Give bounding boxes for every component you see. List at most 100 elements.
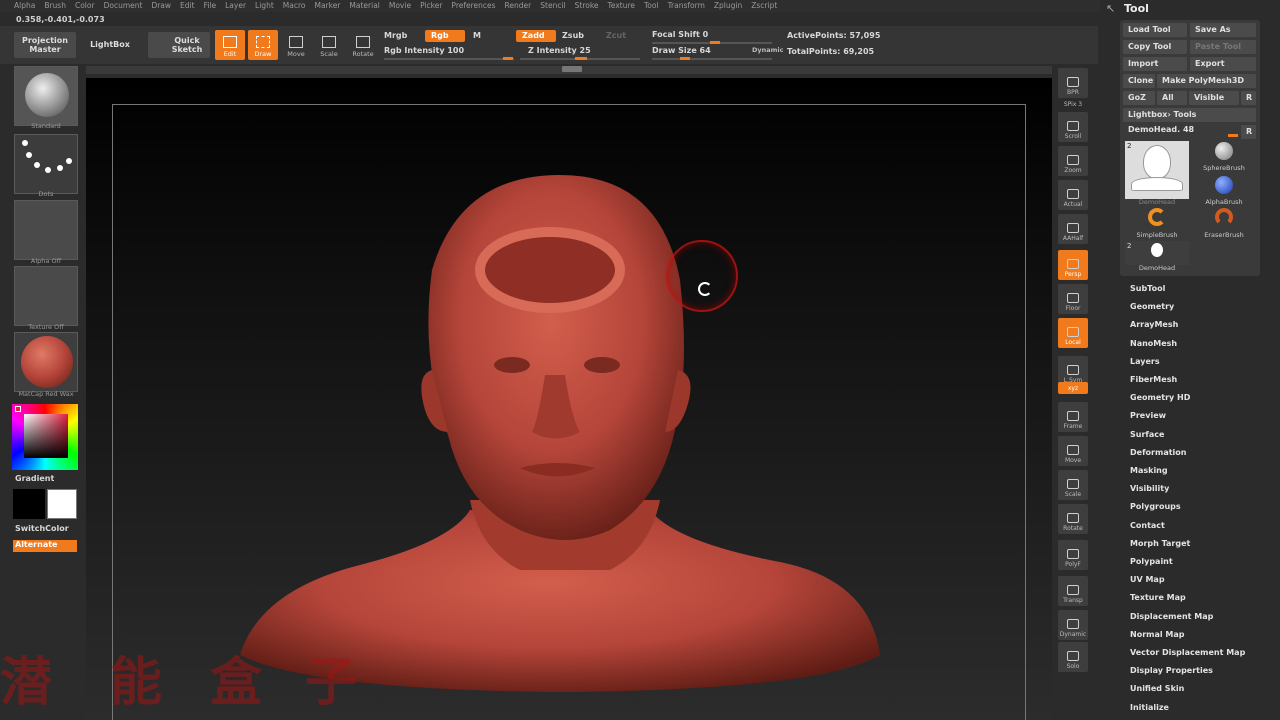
tool-submenu-displacement-map[interactable]: Displacement Map bbox=[1130, 612, 1213, 621]
tool-submenu-geometry[interactable]: Geometry bbox=[1130, 302, 1174, 311]
menu-item-picker[interactable]: Picker bbox=[420, 0, 442, 12]
shelf-zoom-button[interactable]: Zoom bbox=[1058, 146, 1088, 176]
shelf-frame-button[interactable]: Frame bbox=[1058, 402, 1088, 432]
projection-master-button[interactable]: Projection Master bbox=[14, 32, 76, 58]
tool-submenu-surface[interactable]: Surface bbox=[1130, 430, 1164, 439]
tool-submenu-morph-target[interactable]: Morph Target bbox=[1130, 539, 1190, 548]
zsub-button[interactable]: Zsub bbox=[562, 31, 584, 40]
tool-submenu-visibility[interactable]: Visibility bbox=[1130, 484, 1169, 493]
lightbox-button[interactable]: LightBox bbox=[78, 32, 142, 58]
quick-sketch-button[interactable]: Quick Sketch bbox=[148, 32, 210, 58]
shelf-dynamic-button[interactable]: Dynamic bbox=[1058, 610, 1088, 640]
menu-item-preferences[interactable]: Preferences bbox=[451, 0, 495, 12]
copy-tool-button[interactable]: Copy Tool bbox=[1123, 40, 1187, 54]
save-as-button[interactable]: Save As bbox=[1190, 23, 1256, 37]
mrgb-button[interactable]: Mrgb bbox=[384, 31, 407, 40]
gradient-label[interactable]: Gradient bbox=[15, 474, 54, 483]
simplebrush-icon[interactable] bbox=[1148, 208, 1166, 226]
tool-submenu-vector-displacement-map[interactable]: Vector Displacement Map bbox=[1130, 648, 1245, 657]
z-intensity-slider[interactable]: Z Intensity 25 bbox=[528, 46, 591, 55]
goz-button[interactable]: GoZ bbox=[1123, 91, 1155, 105]
tool-submenu-subtool[interactable]: SubTool bbox=[1130, 284, 1165, 293]
shelf-spix-3-button[interactable]: SPix 3 bbox=[1058, 98, 1088, 110]
alternate-button[interactable]: Alternate bbox=[13, 540, 77, 552]
shelf-floor-button[interactable]: Floor bbox=[1058, 284, 1088, 314]
shelf-polyf-button[interactable]: PolyF bbox=[1058, 540, 1088, 570]
tool-submenu-fibermesh[interactable]: FiberMesh bbox=[1130, 375, 1177, 384]
move-button[interactable]: Move bbox=[281, 30, 311, 60]
r-reset-button[interactable]: R bbox=[1241, 125, 1256, 139]
tool-submenu-layers[interactable]: Layers bbox=[1130, 357, 1160, 366]
menu-item-macro[interactable]: Macro bbox=[283, 0, 306, 12]
m-button[interactable]: M bbox=[473, 31, 481, 40]
tool-submenu-contact[interactable]: Contact bbox=[1130, 521, 1165, 530]
rgb-button[interactable]: Rgb bbox=[425, 30, 465, 42]
menu-item-document[interactable]: Document bbox=[104, 0, 143, 12]
menu-item-zplugin[interactable]: Zplugin bbox=[714, 0, 742, 12]
menu-item-movie[interactable]: Movie bbox=[389, 0, 411, 12]
make-polymesh-button[interactable]: Make PolyMesh3D bbox=[1157, 74, 1256, 88]
zcut-button[interactable]: Zcut bbox=[606, 31, 626, 40]
menu-item-tool[interactable]: Tool bbox=[644, 0, 659, 12]
tool-submenu-polygroups[interactable]: Polygroups bbox=[1130, 502, 1181, 511]
switch-color-button[interactable]: SwitchColor bbox=[13, 524, 77, 536]
shelf-xyz-button[interactable]: xyz bbox=[1058, 382, 1088, 394]
alpha-thumbnail[interactable] bbox=[14, 200, 78, 260]
zadd-button[interactable]: Zadd bbox=[516, 30, 556, 42]
tool-submenu-uv-map[interactable]: UV Map bbox=[1130, 575, 1165, 584]
scale-button[interactable]: Scale bbox=[314, 30, 344, 60]
demohead-tool-thumb[interactable]: 2 bbox=[1125, 141, 1189, 199]
tool-submenu-polypaint[interactable]: Polypaint bbox=[1130, 557, 1173, 566]
tool-submenu-geometry-hd[interactable]: Geometry HD bbox=[1130, 393, 1190, 402]
lightbox-tools-button[interactable]: Lightbox› Tools bbox=[1123, 108, 1256, 122]
dynamic-toggle[interactable]: Dynamic bbox=[752, 46, 784, 54]
menu-item-draw[interactable]: Draw bbox=[151, 0, 171, 12]
menu-item-material[interactable]: Material bbox=[349, 0, 379, 12]
draw-size-slider[interactable]: Draw Size 64 bbox=[652, 46, 711, 55]
shelf-scroll-button[interactable]: Scroll bbox=[1058, 112, 1088, 142]
menu-item-render[interactable]: Render bbox=[505, 0, 532, 12]
menu-item-color[interactable]: Color bbox=[75, 0, 95, 12]
head-model[interactable] bbox=[220, 170, 900, 700]
tool-submenu-nanomesh[interactable]: NanoMesh bbox=[1130, 339, 1177, 348]
tool-submenu-initialize[interactable]: Initialize bbox=[1130, 703, 1169, 712]
menu-item-texture[interactable]: Texture bbox=[608, 0, 635, 12]
menu-item-stroke[interactable]: Stroke bbox=[575, 0, 599, 12]
r-button[interactable]: R bbox=[1241, 91, 1256, 105]
rotate-button[interactable]: Rotate bbox=[348, 30, 378, 60]
menu-item-file[interactable]: File bbox=[204, 0, 217, 12]
menu-item-layer[interactable]: Layer bbox=[225, 0, 246, 12]
edit-button[interactable]: Edit bbox=[215, 30, 245, 60]
alphabrush-icon[interactable] bbox=[1215, 176, 1233, 194]
menu-item-transform[interactable]: Transform bbox=[668, 0, 705, 12]
material-thumbnail[interactable] bbox=[14, 332, 78, 392]
color-picker[interactable] bbox=[12, 404, 78, 470]
tool-submenu-arraymesh[interactable]: ArrayMesh bbox=[1130, 320, 1178, 329]
secondary-color-swatch[interactable] bbox=[47, 489, 77, 519]
menu-item-stencil[interactable]: Stencil bbox=[540, 0, 565, 12]
tool-panel-header[interactable]: ↖ Tool bbox=[1100, 0, 1280, 18]
demohead-slider[interactable]: DemoHead. 48 bbox=[1123, 123, 1239, 137]
eraserbrush-icon[interactable] bbox=[1215, 208, 1233, 226]
shelf-rotate-button[interactable]: Rotate bbox=[1058, 504, 1088, 534]
shelf-persp-button[interactable]: Persp bbox=[1058, 250, 1088, 280]
rgb-intensity-slider[interactable]: Rgb Intensity 100 bbox=[384, 46, 464, 55]
clone-button[interactable]: Clone bbox=[1123, 74, 1155, 88]
tool-submenu-normal-map[interactable]: Normal Map bbox=[1130, 630, 1184, 639]
export-button[interactable]: Export bbox=[1190, 57, 1256, 71]
menu-item-alpha[interactable]: Alpha bbox=[14, 0, 35, 12]
shelf-bpr-button[interactable]: BPR bbox=[1058, 68, 1088, 98]
menu-item-zscript[interactable]: Zscript bbox=[751, 0, 777, 12]
shelf-move-button[interactable]: Move bbox=[1058, 436, 1088, 466]
focal-shift-slider[interactable]: Focal Shift 0 bbox=[652, 30, 708, 39]
tray-handle[interactable] bbox=[562, 66, 582, 72]
shelf-solo-button[interactable]: Solo bbox=[1058, 642, 1088, 672]
tool-submenu-masking[interactable]: Masking bbox=[1130, 466, 1168, 475]
all-button[interactable]: All bbox=[1157, 91, 1187, 105]
draw-button[interactable]: Draw bbox=[248, 30, 278, 60]
tool-submenu-deformation[interactable]: Deformation bbox=[1130, 448, 1186, 457]
menu-item-edit[interactable]: Edit bbox=[180, 0, 195, 12]
load-tool-button[interactable]: Load Tool bbox=[1123, 23, 1187, 37]
shelf-actual-button[interactable]: Actual bbox=[1058, 180, 1088, 210]
shelf-transp-button[interactable]: Transp bbox=[1058, 576, 1088, 606]
